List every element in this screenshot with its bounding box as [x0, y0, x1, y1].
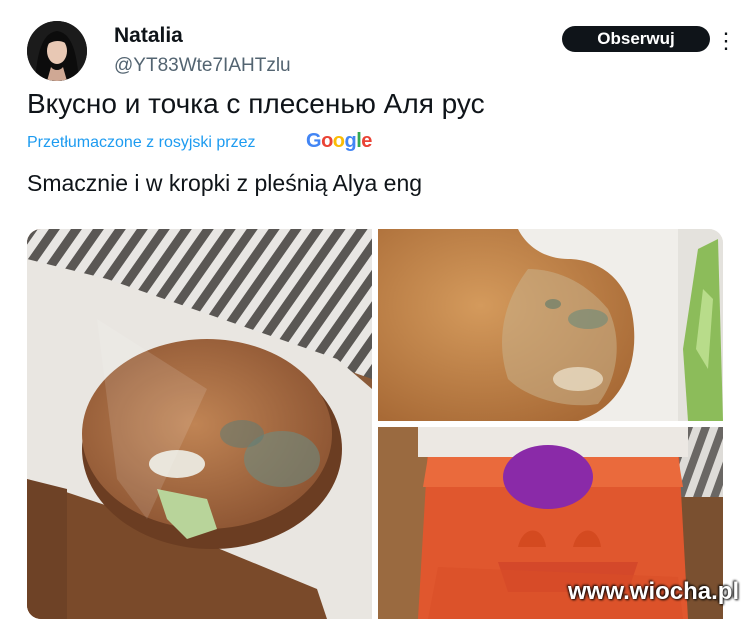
watermark-text: www.wiocha.pl [568, 578, 740, 605]
translation-attribution-link[interactable]: Przetłumaczone z rosyjski przez [27, 134, 256, 152]
more-horizontal-icon[interactable]: ⋮ [715, 28, 738, 54]
tweet-text-translated: Smacznie i w kropki z pleśnią Alya eng [27, 170, 423, 196]
google-logo: Google [306, 130, 372, 152]
tweet-text-original: Вкусно и точка с плесенью Аля рус [27, 88, 485, 119]
follow-button[interactable]: Obserwuj [562, 26, 710, 52]
author-name[interactable]: Natalia [114, 24, 183, 48]
author-handle[interactable]: @YT83Wte7IAHTzlu [114, 55, 291, 77]
author-avatar[interactable] [27, 21, 87, 81]
tweet-photo-1[interactable] [27, 229, 372, 619]
tweet-photo-2[interactable] [378, 229, 723, 421]
